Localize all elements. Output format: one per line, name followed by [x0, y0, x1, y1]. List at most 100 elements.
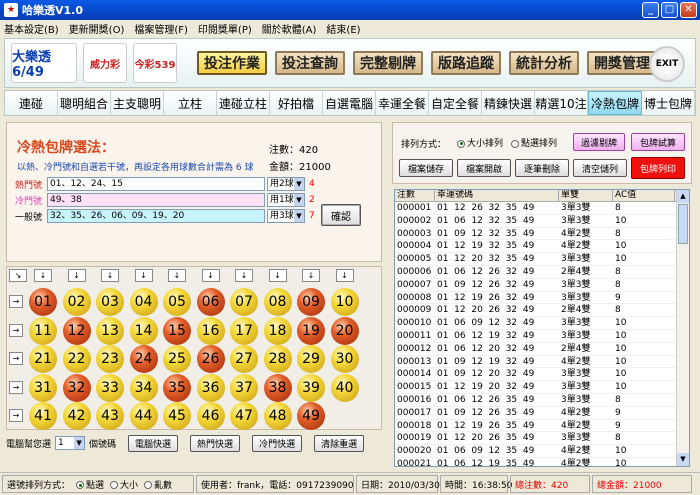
menu-update-draw[interactable]: 更新開獎(O) — [69, 21, 125, 36]
column-select-arrow-icon[interactable]: ↓ — [235, 269, 253, 282]
row-select-arrow-icon[interactable]: → — [9, 295, 23, 308]
ball-41[interactable]: 41 — [29, 402, 57, 430]
file-save-button[interactable]: 檔案儲存 — [399, 159, 453, 177]
select-all-arrow-icon[interactable]: ↘ — [9, 269, 27, 282]
tab-refine-quick[interactable]: 精鍊快選 — [482, 91, 535, 115]
header-ac[interactable]: AC值 — [613, 190, 675, 201]
ball-44[interactable]: 44 — [129, 402, 158, 430]
ball-20[interactable]: 20 — [330, 316, 359, 345]
tab-lianpeng-pillar[interactable]: 連碰立柱 — [217, 91, 270, 115]
table-row[interactable]: 000002 01 06 12 32 35 49 3單3雙 10 — [395, 215, 689, 228]
ball-16[interactable]: 16 — [196, 316, 225, 345]
normal-number-field[interactable]: 32、35、26、06、09、19、20 — [47, 209, 265, 223]
column-select-arrow-icon[interactable]: ↓ — [168, 269, 186, 282]
table-row[interactable]: 000018 01 12 19 26 35 49 4單2雙 9 — [395, 420, 689, 433]
pick-size-radio[interactable]: 大小 — [104, 478, 138, 491]
scroll-down-icon[interactable]: ▼ — [677, 453, 689, 466]
logo-power[interactable]: 威力彩 — [83, 43, 127, 83]
exit-icon[interactable]: EXIT — [649, 46, 685, 82]
ball-12[interactable]: 12 — [62, 316, 91, 345]
ball-38[interactable]: 38 — [263, 373, 292, 402]
result-table[interactable]: 注數 幸運號碼 單雙 AC值 000001 01 12 26 32 35 49 3單… — [394, 189, 690, 467]
scroll-up-icon[interactable]: ▲ — [677, 190, 689, 203]
column-select-arrow-icon[interactable]: ↓ — [67, 269, 86, 282]
tab-self-computer[interactable]: 自選電腦 — [323, 91, 376, 115]
cold-number-field[interactable]: 49、38 — [47, 193, 265, 207]
menu-exit[interactable]: 結束(E) — [326, 21, 360, 36]
ball-40[interactable]: 40 — [330, 373, 359, 402]
column-select-arrow-icon[interactable]: ↓ — [34, 269, 52, 282]
tab-partner[interactable]: 好拍檔 — [270, 91, 323, 115]
clear-button[interactable]: 清除重選 — [314, 434, 365, 452]
minimize-icon[interactable]: _ — [642, 2, 659, 18]
column-select-arrow-icon[interactable]: ↓ — [134, 269, 153, 282]
table-row[interactable]: 000009 01 12 20 26 32 49 2單4雙 8 — [395, 304, 689, 318]
ball-22[interactable]: 22 — [62, 345, 91, 373]
ball-36[interactable]: 36 — [196, 373, 225, 402]
hot-use-select[interactable]: 用2球 ▼ — [267, 177, 305, 191]
print-button[interactable]: 包牌列印 — [631, 157, 685, 179]
ball-19[interactable]: 19 — [297, 316, 325, 345]
ball-04[interactable]: 04 — [129, 288, 158, 316]
table-row[interactable]: 000021 01 06 12 19 35 49 4單2雙 10 — [395, 458, 689, 466]
clear-list-button[interactable]: 清空儲列 — [573, 159, 627, 177]
table-row[interactable]: 000007 01 09 12 26 32 49 3單3雙 8 — [395, 279, 689, 292]
sort-click-radio[interactable]: 點選排列 — [505, 136, 557, 149]
ball-02[interactable]: 02 — [62, 288, 91, 316]
tab-lucky-meal[interactable]: 幸運全餐 — [376, 91, 429, 115]
ball-10[interactable]: 10 — [330, 288, 359, 316]
menu-about[interactable]: 關於軟體(A) — [262, 21, 317, 36]
file-open-button[interactable]: 檔案開啟 — [457, 159, 511, 177]
table-row[interactable]: 000003 01 09 12 32 35 49 4單2雙 8 — [395, 228, 689, 241]
computer-pick-select[interactable]: 1 ▼ — [55, 436, 86, 450]
ball-23[interactable]: 23 — [96, 345, 124, 373]
table-row[interactable]: 000006 01 06 12 26 32 49 2單4雙 8 — [395, 266, 689, 279]
table-row[interactable]: 000008 01 12 19 26 32 49 3單3雙 9 — [395, 292, 689, 305]
cold-quick-button[interactable]: 冷門快選 — [252, 434, 303, 452]
ball-21[interactable]: 21 — [29, 345, 57, 373]
ball-49[interactable]: 49 — [297, 402, 325, 430]
header-count[interactable]: 注數 — [395, 190, 435, 201]
ball-32[interactable]: 32 — [62, 373, 91, 402]
ball-08[interactable]: 08 — [263, 288, 292, 316]
scroll-thumb[interactable] — [678, 204, 688, 244]
ball-30[interactable]: 30 — [330, 345, 359, 373]
ball-47[interactable]: 47 — [230, 402, 258, 430]
ball-18[interactable]: 18 — [263, 316, 292, 345]
row-select-arrow-icon[interactable]: → — [9, 409, 23, 422]
table-row[interactable]: 000020 01 06 09 12 35 49 4單2雙 10 — [395, 445, 689, 458]
normal-use-select[interactable]: 用3球 ▼ — [267, 209, 305, 223]
tab-pillar[interactable]: 立柱 — [164, 91, 217, 115]
pattern-track-button[interactable]: 版路追蹤 — [431, 51, 501, 75]
cold-use-select[interactable]: 用1球 ▼ — [267, 193, 305, 207]
pick-click-radio[interactable]: 點選 — [70, 478, 104, 491]
ball-01[interactable]: 01 — [29, 288, 57, 316]
ball-34[interactable]: 34 — [129, 373, 158, 402]
column-select-arrow-icon[interactable]: ↓ — [201, 269, 220, 282]
close-icon[interactable]: ✕ — [680, 2, 697, 18]
ball-11[interactable]: 11 — [29, 316, 57, 345]
column-select-arrow-icon[interactable]: ↓ — [101, 269, 119, 282]
column-select-arrow-icon[interactable]: ↓ — [335, 269, 354, 282]
ball-27[interactable]: 27 — [230, 345, 258, 373]
ball-06[interactable]: 06 — [196, 288, 225, 316]
ball-43[interactable]: 43 — [96, 402, 124, 430]
ball-09[interactable]: 09 — [297, 288, 325, 316]
table-row[interactable]: 000019 01 12 20 26 35 49 3單3雙 8 — [395, 432, 689, 446]
table-row[interactable]: 000001 01 12 26 32 35 49 3單3雙 8 — [395, 202, 689, 215]
table-row[interactable]: 000014 01 09 12 20 32 49 3單3雙 10 — [395, 368, 689, 382]
ball-45[interactable]: 45 — [163, 402, 191, 430]
logo-539[interactable]: 今彩539 — [133, 43, 177, 83]
menu-print[interactable]: 印閱獎單(P) — [198, 21, 252, 36]
tab-custom-meal[interactable]: 自定全餐 — [429, 91, 482, 115]
ball-25[interactable]: 25 — [163, 345, 191, 373]
statistics-button[interactable]: 統計分析 — [509, 51, 579, 75]
row-select-arrow-icon[interactable]: → — [9, 323, 23, 337]
ball-33[interactable]: 33 — [96, 373, 124, 402]
tab-hot-cold[interactable]: 冷熱包牌 — [588, 91, 642, 115]
trial-calc-button[interactable]: 包牌試算 — [631, 133, 685, 151]
delete-row-button[interactable]: 逐筆刪除 — [515, 159, 569, 177]
maximize-icon[interactable]: □ — [661, 2, 678, 18]
ball-46[interactable]: 46 — [196, 402, 225, 430]
ball-29[interactable]: 29 — [297, 345, 325, 373]
